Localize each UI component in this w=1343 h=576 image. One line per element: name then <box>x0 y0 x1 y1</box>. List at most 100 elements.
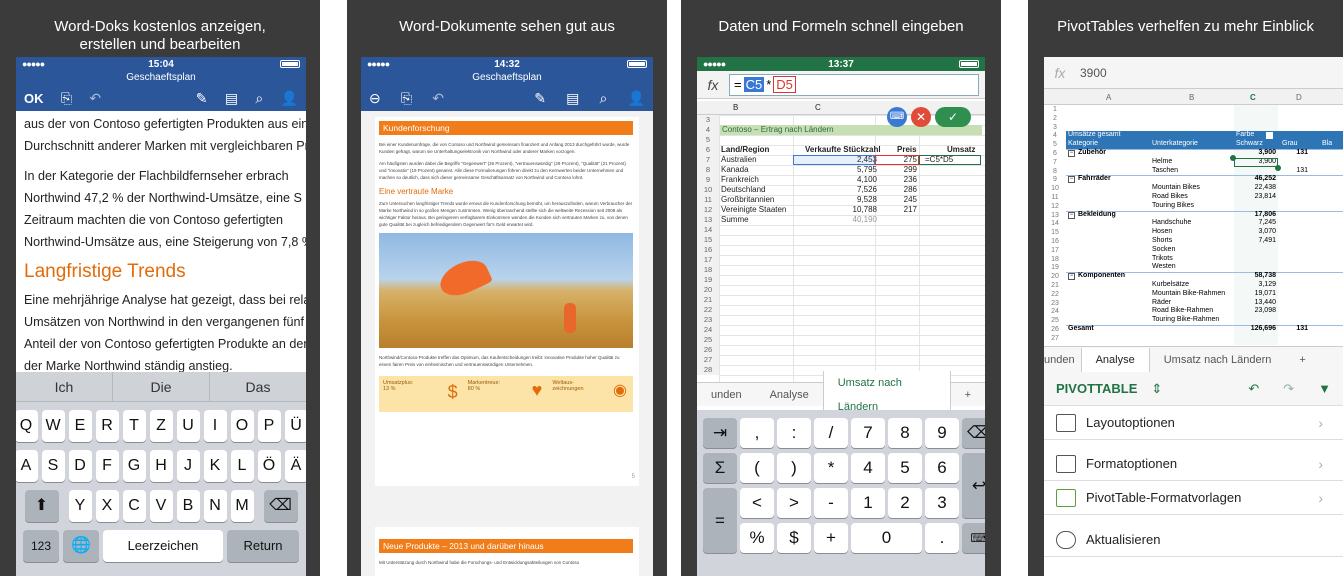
pivot-value[interactable]: 3,900 <box>1234 149 1276 156</box>
r1-key-3[interactable]: R <box>95 410 119 442</box>
pivot-subcategory[interactable]: Road Bike-Rahmen <box>1152 307 1213 314</box>
r1-key-5[interactable]: Z <box>149 410 173 442</box>
num-key[interactable]: 1 <box>851 488 885 518</box>
collapse-toggle-icon[interactable]: − <box>1068 273 1075 281</box>
pivot-subcategory[interactable]: Socken <box>1152 246 1175 253</box>
table-header[interactable]: Umsatz <box>947 145 975 154</box>
redo-icon-4[interactable]: ↷ <box>1283 381 1294 397</box>
pivot-subcategory[interactable]: Road Bikes <box>1152 193 1188 200</box>
r1-key-7[interactable]: I <box>203 410 227 442</box>
num-key[interactable]: < <box>740 488 774 518</box>
num-key[interactable]: 2 <box>888 488 922 518</box>
tab-analyse[interactable]: Analyse <box>756 383 823 407</box>
pivot-grid[interactable]: A B C D 1 2 3 4 5 6 7 8 9 10 11 12 13 14 15 16 17 18 19 20 21 22 2… <box>1044 89 1343 345</box>
pivot-header-cell[interactable]: Unterkategorie <box>1152 140 1198 147</box>
tab-analyse-4[interactable]: Analyse <box>1080 347 1150 372</box>
selection-handle[interactable] <box>1230 154 1236 161</box>
pivot-value[interactable]: 46,252 <box>1234 175 1276 182</box>
pivot-value[interactable]: 19,071 <box>1234 290 1276 297</box>
r1-key-1[interactable]: W <box>41 410 65 442</box>
view-icon[interactable]: ▤ <box>225 90 238 107</box>
num-key[interactable]: ( <box>740 453 774 483</box>
updown-icon[interactable]: ⇕ <box>1151 381 1162 397</box>
pivot-header-cell[interactable]: Schwarz <box>1236 140 1263 147</box>
r1-key-8[interactable]: O <box>230 410 254 442</box>
add-sheet-button[interactable]: + <box>951 383 985 407</box>
formula-input[interactable]: = C5 * D5 <box>729 73 979 96</box>
table-cell[interactable]: Frankreich <box>721 175 759 184</box>
r3-key-0[interactable]: Y <box>68 490 92 522</box>
keyboard-toggle-icon[interactable]: ⌨ <box>887 107 907 127</box>
pivot-subcategory[interactable]: Kurbelsätze <box>1152 281 1189 288</box>
r3-key-1[interactable]: X <box>95 490 119 522</box>
pivot-value[interactable]: 58,738 <box>1234 272 1276 279</box>
document-page[interactable]: Kundenforschung Bei einer Kundenumfrage,… <box>375 117 639 486</box>
r3-key-5[interactable]: N <box>203 490 227 522</box>
pivot-subcategory[interactable]: Taschen <box>1152 167 1178 174</box>
return-key[interactable]: ↩ <box>962 453 985 518</box>
ref-d5[interactable]: D5 <box>773 76 796 93</box>
share-user-icon[interactable]: 👤 <box>281 90 298 107</box>
table-cell[interactable]: Großbritannien <box>721 195 774 204</box>
num-key[interactable]: . <box>925 523 959 553</box>
pivot-subcategory[interactable]: Westen <box>1152 263 1176 270</box>
keyboard-dismiss-key[interactable]: ⌨ <box>962 523 985 553</box>
num-key[interactable]: : <box>777 418 811 448</box>
num-key[interactable]: ) <box>777 453 811 483</box>
suggestion-1[interactable]: Ich <box>16 372 113 401</box>
document-page-2[interactable]: Neue Produkte – 2013 und darüber hinaus … <box>375 527 639 576</box>
pivot-label[interactable]: PIVOTTABLE <box>1056 381 1137 396</box>
pivot-value[interactable]: 3,129 <box>1234 281 1276 288</box>
pivot-category[interactable]: Gesamt <box>1068 325 1094 332</box>
r2-key-1[interactable]: S <box>41 450 65 482</box>
num-key[interactable]: 9 <box>925 418 959 448</box>
file-icon[interactable]: ⎘ <box>61 90 72 107</box>
num-key[interactable]: 6 <box>925 453 959 483</box>
table-cell[interactable]: 236 <box>887 175 917 184</box>
table-cell[interactable]: 286 <box>887 185 917 194</box>
collapse-toggle-icon[interactable]: − <box>1068 150 1075 157</box>
pivot-header-cell[interactable]: Grau <box>1282 140 1298 147</box>
file-icon-2[interactable]: ⎘ <box>401 90 412 107</box>
tab-kunden-4[interactable]: unden <box>1044 348 1081 372</box>
num-key[interactable]: Σ <box>703 453 737 483</box>
format-pen-icon-2[interactable]: ✎ <box>534 90 546 107</box>
pivot-header-cell[interactable]: Kategorie <box>1068 140 1098 147</box>
r2-key-2[interactable]: D <box>68 450 92 482</box>
table-cell[interactable]: 245 <box>887 195 917 204</box>
space-key[interactable]: Leerzeichen <box>103 530 223 562</box>
r3-key-6[interactable]: M <box>230 490 254 522</box>
collapse-toggle-icon[interactable]: − <box>1068 211 1075 219</box>
col-b[interactable]: B <box>733 103 738 112</box>
share-user-icon-2[interactable]: 👤 <box>627 90 644 107</box>
undo-icon-2[interactable]: ↶ <box>432 90 444 107</box>
r2-key-0[interactable]: A <box>16 450 38 482</box>
col-header[interactable]: D <box>1296 93 1302 102</box>
table-cell[interactable]: Australien <box>721 155 757 164</box>
ok-button[interactable]: OK <box>24 91 44 106</box>
table-cell[interactable]: 9,528 <box>805 195 877 204</box>
r2-key-4[interactable]: G <box>122 450 146 482</box>
num-key[interactable]: 4 <box>851 453 885 483</box>
pivot-header-cell[interactable]: Bla <box>1322 140 1332 147</box>
pivot-subcategory[interactable]: Mountain Bike-Rahmen <box>1152 290 1225 297</box>
r2-key-6[interactable]: J <box>176 450 200 482</box>
pivot-value[interactable]: 22,438 <box>1234 184 1276 191</box>
num-key[interactable]: 5 <box>888 453 922 483</box>
back-icon[interactable]: ⊖ <box>369 90 381 107</box>
shift-key[interactable]: ⬆ <box>24 490 59 522</box>
num-key[interactable]: % <box>740 523 774 553</box>
num-key[interactable]: * <box>814 453 848 483</box>
suggestion-2[interactable]: Die <box>113 372 210 401</box>
table-cell[interactable]: 5,795 <box>805 165 877 174</box>
r2-key-5[interactable]: H <box>149 450 173 482</box>
col-c[interactable]: C <box>815 103 821 112</box>
table-cell[interactable]: 299 <box>887 165 917 174</box>
num-key[interactable]: ⌫ <box>962 418 985 448</box>
num-key[interactable]: 7 <box>851 418 885 448</box>
r3-key-3[interactable]: V <box>149 490 173 522</box>
pivot-value-grau[interactable]: 131 <box>1284 167 1308 174</box>
search-icon[interactable]: ⌕ <box>255 90 263 107</box>
r1-key-6[interactable]: U <box>176 410 200 442</box>
pivot-category[interactable]: Zubehör <box>1078 149 1106 156</box>
